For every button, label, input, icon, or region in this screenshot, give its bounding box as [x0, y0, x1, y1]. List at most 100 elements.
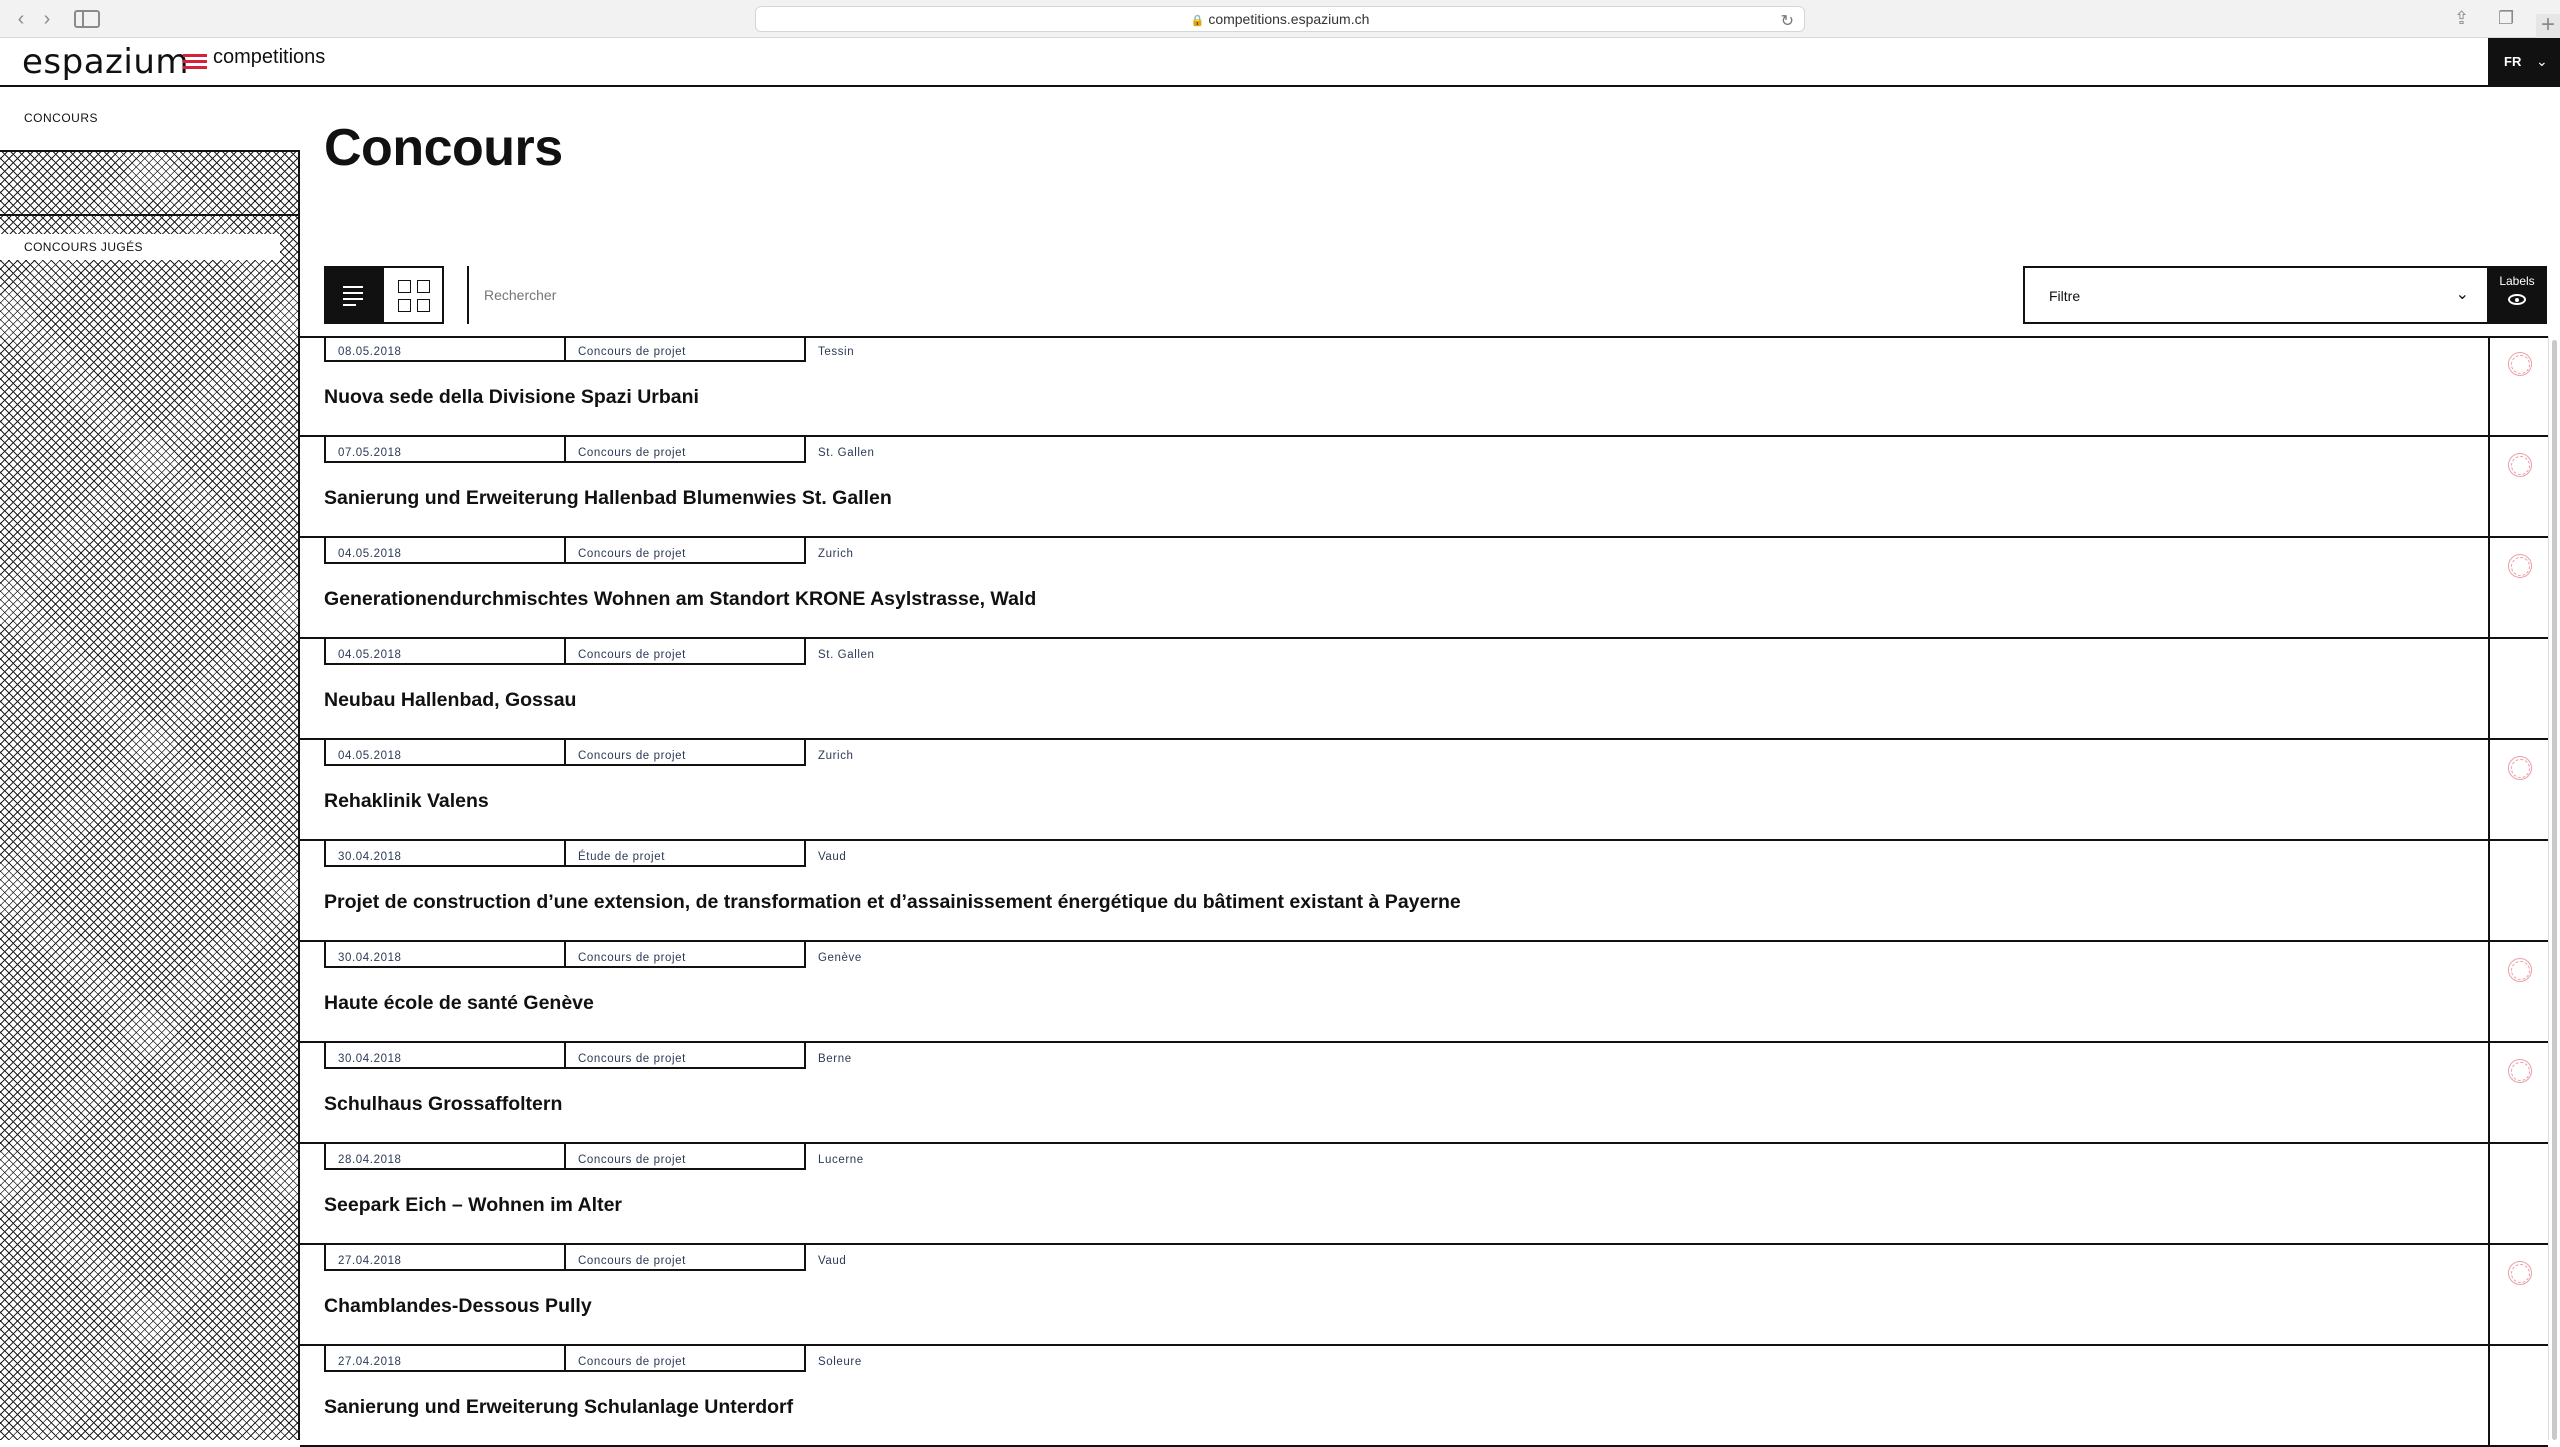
label-cell [2488, 1043, 2548, 1144]
competition-type: Concours de projet [564, 437, 804, 463]
competition-row[interactable]: 30.04.2018 Étude de projet Vaud Projet de c… [300, 841, 2548, 942]
competition-title[interactable]: Seepark Eich – Wohnen im Alter [324, 1194, 622, 1217]
grid-view-button[interactable] [384, 266, 444, 324]
competition-type: Concours de projet [564, 1346, 804, 1372]
competition-date: 04.05.2018 [324, 538, 564, 564]
competition-row[interactable]: 28.04.2018 Concours de projet Lucerne Seepa… [300, 1144, 2548, 1245]
competition-region: Soleure [804, 1346, 1044, 1372]
competition-row[interactable]: 27.04.2018 Concours de projet Soleure Sanie… [300, 1346, 2548, 1447]
competition-date: 07.05.2018 [324, 437, 564, 463]
competition-region: St. Gallen [804, 437, 1044, 463]
chevron-down-icon: ⌄ [2455, 286, 2469, 303]
lock-icon: 🔒 [1190, 15, 1205, 27]
competition-title[interactable]: Chamblandes-Dessous Pully [324, 1295, 592, 1318]
browser-sidebar-icon[interactable] [74, 10, 100, 28]
sidebar-item-concours-juges[interactable]: CONCOURS JUGÉS [0, 234, 280, 260]
competition-date: 30.04.2018 [324, 1043, 564, 1069]
competition-type: Concours de projet [564, 538, 804, 564]
competition-date: 04.05.2018 [324, 639, 564, 665]
language-selector[interactable]: FR ⌄ [2488, 38, 2560, 87]
sidebar: CONCOURS CONCOURS JUGÉS [0, 87, 300, 1440]
filter-select[interactable]: Filtre ⌄ [2023, 266, 2487, 324]
share-icon[interactable]: ⇪ [2454, 8, 2469, 29]
competition-date: 30.04.2018 [324, 841, 564, 867]
language-label: FR [2504, 54, 2522, 69]
sia-label-icon [2508, 1059, 2532, 1083]
logo-bars-icon [183, 54, 207, 71]
competition-title[interactable]: Rehaklinik Valens [324, 790, 489, 813]
label-cell [2488, 740, 2548, 841]
list-toolbar: Filtre ⌄ Labels [324, 266, 2547, 324]
sidebar-divider [0, 214, 300, 216]
search-input[interactable] [484, 284, 1184, 306]
chevron-down-icon: ⌄ [2536, 53, 2548, 69]
new-tab-icon[interactable]: + [2536, 13, 2560, 38]
competition-type: Étude de projet [564, 841, 804, 867]
competition-title[interactable]: Nuova sede della Divisione Spazi Urbani [324, 386, 699, 409]
competition-row[interactable]: 30.04.2018 Concours de projet Genève Haute … [300, 942, 2548, 1043]
label-cell [2488, 336, 2548, 437]
label-cell [2488, 437, 2548, 538]
sidebar-item-concours[interactable]: CONCOURS [24, 111, 98, 125]
competition-row[interactable]: 04.05.2018 Concours de projet St. Gallen Ne… [300, 639, 2548, 740]
label-cell [2488, 942, 2548, 1043]
competition-region: Berne [804, 1043, 1044, 1069]
competition-date: 27.04.2018 [324, 1245, 564, 1271]
sia-label-icon [2508, 352, 2532, 376]
logo-competitions[interactable]: competitions [213, 46, 325, 69]
competition-date: 27.04.2018 [324, 1346, 564, 1372]
competition-date: 04.05.2018 [324, 740, 564, 766]
competition-type: Concours de projet [564, 942, 804, 968]
competition-title[interactable]: Projet de construction d’une extension, … [324, 891, 1461, 914]
sia-label-icon [2508, 554, 2532, 578]
competition-date: 30.04.2018 [324, 942, 564, 968]
reload-icon[interactable]: ↻ [1781, 10, 1794, 34]
list-view-button[interactable] [324, 266, 384, 324]
address-bar[interactable]: 🔒 competitions.espazium.ch ↻ [755, 6, 1805, 32]
url-text: competitions.espazium.ch [1208, 11, 1370, 27]
filter-label: Filtre [2049, 288, 2081, 304]
competition-row[interactable]: 27.04.2018 Concours de projet Vaud Chamblan… [300, 1245, 2548, 1346]
competition-row[interactable]: 30.04.2018 Concours de projet Berne Schulha… [300, 1043, 2548, 1144]
competition-region: Vaud [804, 841, 1044, 867]
competition-region: Tessin [804, 336, 1044, 362]
sia-label-icon [2508, 453, 2532, 477]
competition-type: Concours de projet [564, 639, 804, 665]
logo-espazium[interactable]: espazium [22, 42, 189, 82]
competition-region: Zurich [804, 538, 1044, 564]
competition-row[interactable]: 04.05.2018 Concours de projet Zurich Rehakl… [300, 740, 2548, 841]
sia-label-icon [2508, 958, 2532, 982]
sidebar-top: CONCOURS [0, 87, 300, 151]
sia-label-icon [2508, 1261, 2532, 1285]
back-icon[interactable]: ‹ [10, 9, 32, 29]
competition-type: Concours de projet [564, 1144, 804, 1170]
competition-title[interactable]: Generationendurchmischtes Wohnen am Stan… [324, 588, 1036, 611]
scrollbar-thumb[interactable] [2552, 340, 2557, 1440]
label-cell [2488, 841, 2548, 942]
forward-icon[interactable]: › [36, 9, 58, 29]
sidebar-pattern: CONCOURS JUGÉS [0, 150, 300, 1440]
tabs-overview-icon[interactable]: ❐ [2498, 8, 2514, 29]
label-cell [2488, 1245, 2548, 1346]
competition-title[interactable]: Schulhaus Grossaffoltern [324, 1093, 562, 1116]
competition-type: Concours de projet [564, 336, 804, 362]
competition-region: St. Gallen [804, 639, 1044, 665]
competition-title[interactable]: Haute école de santé Genève [324, 992, 594, 1015]
competition-region: Genève [804, 942, 1044, 968]
competition-region: Lucerne [804, 1144, 1044, 1170]
competition-row[interactable]: 08.05.2018 Concours de projet Tessin Nuova … [300, 336, 2548, 437]
competition-row[interactable]: 07.05.2018 Concours de projet St. Gallen Sa… [300, 437, 2548, 538]
eye-icon [2508, 294, 2526, 305]
label-cell [2488, 1144, 2548, 1245]
competition-type: Concours de projet [564, 740, 804, 766]
competition-title[interactable]: Neubau Hallenbad, Gossau [324, 689, 576, 712]
competition-region: Vaud [804, 1245, 1044, 1271]
labels-toggle-button[interactable]: Labels [2487, 266, 2547, 324]
label-cell [2488, 639, 2548, 740]
competition-title[interactable]: Sanierung und Erweiterung Schulanlage Un… [324, 1396, 793, 1419]
competition-type: Concours de projet [564, 1043, 804, 1069]
labels-text: Labels [2499, 274, 2535, 288]
competition-title[interactable]: Sanierung und Erweiterung Hallenbad Blum… [324, 487, 892, 510]
competition-row[interactable]: 04.05.2018 Concours de projet Zurich Genera… [300, 538, 2548, 639]
competition-date: 28.04.2018 [324, 1144, 564, 1170]
